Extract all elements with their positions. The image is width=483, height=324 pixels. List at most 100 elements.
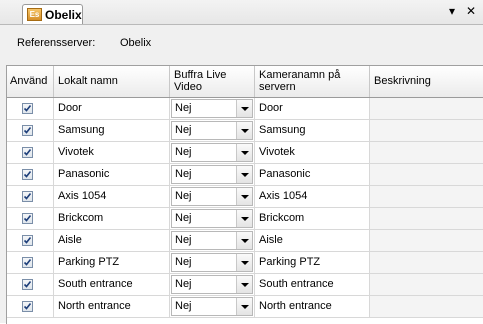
buffer-select-value: Nej [175, 256, 192, 268]
table-row[interactable]: Aisle Nej Aisle [7, 230, 483, 252]
local-name-cell[interactable]: South entrance [54, 274, 170, 296]
buffer-select[interactable]: Nej [171, 231, 253, 250]
local-name-cell[interactable]: Axis 1054 [54, 186, 170, 208]
use-cell [7, 186, 54, 208]
table-row[interactable]: Axis 1054 Nej Axis 1054 [7, 186, 483, 208]
buffer-select[interactable]: Nej [171, 121, 253, 140]
use-checkbox[interactable] [22, 169, 33, 180]
local-name-cell[interactable]: Panasonic [54, 164, 170, 186]
description-cell[interactable] [370, 98, 483, 120]
buffer-select-value: Nej [175, 212, 192, 224]
header-buffer-live-video[interactable]: Buffra Live Video [170, 66, 255, 97]
table-row[interactable]: Parking PTZ Nej Parking PTZ [7, 252, 483, 274]
table-row[interactable]: Panasonic Nej Panasonic [7, 164, 483, 186]
content-pane: Referensserver: Obelix Använd Lokalt nam… [0, 25, 483, 324]
buffer-select[interactable]: Nej [171, 187, 253, 206]
description-cell[interactable] [370, 208, 483, 230]
buffer-select[interactable]: Nej [171, 297, 253, 316]
buffer-select-value: Nej [175, 102, 192, 114]
buffer-cell: Nej [170, 186, 255, 208]
chevron-down-icon[interactable] [236, 144, 252, 161]
use-cell [7, 230, 54, 252]
buffer-select[interactable]: Nej [171, 275, 253, 294]
chevron-down-icon[interactable] [236, 210, 252, 227]
local-name-cell[interactable]: Parking PTZ [54, 252, 170, 274]
header-server-camera-name[interactable]: Kameranamn på servern [255, 66, 370, 97]
buffer-select-value: Nej [175, 278, 192, 290]
description-cell[interactable] [370, 296, 483, 318]
app-icon: Es [27, 8, 42, 21]
description-cell[interactable] [370, 274, 483, 296]
buffer-select-value: Nej [175, 300, 192, 312]
chevron-down-icon[interactable] [236, 298, 252, 315]
chevron-down-icon[interactable] [236, 188, 252, 205]
chevron-down-icon[interactable] [236, 166, 252, 183]
server-name-cell: South entrance [255, 274, 370, 296]
reference-server-label: Referensserver: [17, 37, 96, 49]
server-name-cell: Brickcom [255, 208, 370, 230]
close-icon[interactable]: ✕ [466, 4, 476, 18]
table-row[interactable]: Samsung Nej Samsung [7, 120, 483, 142]
description-cell[interactable] [370, 142, 483, 164]
buffer-select[interactable]: Nej [171, 253, 253, 272]
description-cell[interactable] [370, 230, 483, 252]
use-checkbox[interactable] [22, 191, 33, 202]
header-local-name[interactable]: Lokalt namn [54, 66, 170, 97]
buffer-cell: Nej [170, 120, 255, 142]
menu-dropdown-icon[interactable]: ▾ [449, 4, 455, 18]
use-checkbox[interactable] [22, 125, 33, 136]
local-name-cell[interactable]: Door [54, 98, 170, 120]
server-name-cell: North entrance [255, 296, 370, 318]
local-name-cell[interactable]: Samsung [54, 120, 170, 142]
buffer-cell: Nej [170, 98, 255, 120]
description-cell[interactable] [370, 186, 483, 208]
chevron-down-icon[interactable] [236, 276, 252, 293]
tab-obelix[interactable]: Es Obelix [22, 4, 83, 24]
local-name-cell[interactable]: Brickcom [54, 208, 170, 230]
buffer-select-value: Nej [175, 124, 192, 136]
use-checkbox[interactable] [22, 301, 33, 312]
use-cell [7, 296, 54, 318]
local-name-cell[interactable]: Aisle [54, 230, 170, 252]
buffer-select[interactable]: Nej [171, 99, 253, 118]
buffer-cell: Nej [170, 230, 255, 252]
buffer-select-value: Nej [175, 168, 192, 180]
chevron-down-icon[interactable] [236, 232, 252, 249]
use-checkbox[interactable] [22, 235, 33, 246]
header-use[interactable]: Använd [7, 66, 54, 97]
grid-header: Använd Lokalt namn Buffra Live Video Kam… [7, 66, 483, 98]
table-row[interactable]: Vivotek Nej Vivotek [7, 142, 483, 164]
table-row[interactable]: Door Nej Door [7, 98, 483, 120]
buffer-select[interactable]: Nej [171, 165, 253, 184]
use-checkbox[interactable] [22, 147, 33, 158]
use-checkbox[interactable] [22, 279, 33, 290]
header-description[interactable]: Beskrivning [370, 66, 483, 97]
server-name-cell: Aisle [255, 230, 370, 252]
window-title-bar: Es Obelix ▾ ✕ [0, 0, 483, 25]
chevron-down-icon[interactable] [236, 122, 252, 139]
description-cell[interactable] [370, 252, 483, 274]
use-cell [7, 120, 54, 142]
buffer-cell: Nej [170, 142, 255, 164]
chevron-down-icon[interactable] [236, 100, 252, 117]
table-row[interactable]: South entrance Nej South entrance [7, 274, 483, 296]
use-cell [7, 208, 54, 230]
use-checkbox[interactable] [22, 213, 33, 224]
description-cell[interactable] [370, 120, 483, 142]
use-checkbox[interactable] [22, 103, 33, 114]
tab-label: Obelix [45, 8, 82, 22]
use-cell [7, 98, 54, 120]
local-name-cell[interactable]: North entrance [54, 296, 170, 318]
description-cell[interactable] [370, 164, 483, 186]
table-row[interactable]: North entrance Nej North entrance [7, 296, 483, 318]
server-name-cell: Samsung [255, 120, 370, 142]
camera-grid: Använd Lokalt namn Buffra Live Video Kam… [6, 65, 483, 324]
buffer-select[interactable]: Nej [171, 209, 253, 228]
table-row[interactable]: Brickcom Nej Brickcom [7, 208, 483, 230]
buffer-select[interactable]: Nej [171, 143, 253, 162]
local-name-cell[interactable]: Vivotek [54, 142, 170, 164]
use-checkbox[interactable] [22, 257, 33, 268]
server-name-cell: Panasonic [255, 164, 370, 186]
chevron-down-icon[interactable] [236, 254, 252, 271]
reference-server-row: Referensserver: Obelix [17, 37, 317, 51]
